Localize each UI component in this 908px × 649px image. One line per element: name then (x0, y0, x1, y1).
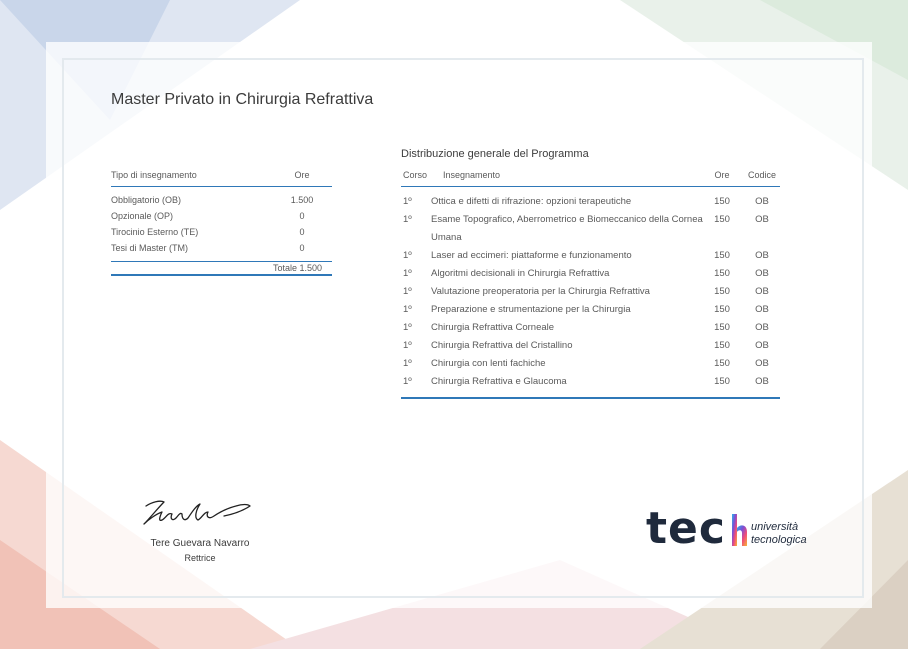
certificate-page: Master Privato in Chirurgia Refrattiva T… (0, 0, 908, 649)
program-row-subject: Ottica e difetti di rifrazione: opzioni … (431, 196, 632, 207)
program-row-subject: Chirurgia con lenti fachiche (431, 358, 546, 369)
program-row: 1º Laser ad eccimeri: piattaforme e funz… (401, 249, 780, 267)
program-row-code: OB (755, 196, 769, 207)
program-row-code: OB (755, 340, 769, 351)
program-table-bottom-rule (401, 397, 780, 399)
program-row-hours: 150 (714, 268, 730, 279)
program-row-hours: 150 (714, 376, 730, 387)
program-row-year: 1º (403, 268, 412, 279)
program-col-code: Codice (747, 170, 776, 180)
program-row-year: 1º (403, 286, 412, 297)
program-col-hours: Ore (714, 170, 730, 180)
summary-total: Totale 1.500 (111, 261, 332, 276)
program-row-hours: 150 (714, 322, 730, 333)
program-row-year: 1º (403, 304, 412, 315)
summary-row: Tesi di Master (TM) 0 (111, 242, 332, 258)
program-table-header: Corso Insegnamento Ore Codice (401, 170, 780, 187)
program-row-code: OB (755, 376, 769, 387)
summary-row-type: Opzionale (OP) (111, 211, 174, 221)
program-row-code: OB (755, 358, 769, 369)
summary-row-hours: 1.500 (290, 195, 314, 205)
program-row-year: 1º (403, 214, 412, 225)
program-row: 1º Chirurgia Refrattiva Corneale 150 OB (401, 321, 780, 339)
program-row-subject: Chirurgia Refrattiva Corneale (431, 322, 555, 333)
program-row-code: OB (755, 304, 769, 315)
program-row-code: OB (755, 214, 769, 225)
program-row: 1º Chirurgia con lenti fachiche 150 OB (401, 357, 780, 375)
program-row-year: 1º (403, 340, 412, 351)
program-row-hours: 150 (714, 304, 730, 315)
summary-row-type: Tesi di Master (TM) (111, 243, 189, 253)
program-row-subject: Chirurgia Refrattiva e Glaucoma (431, 376, 567, 387)
document-title: Master Privato in Chirurgia Refrattiva (111, 91, 374, 108)
program-row-subject: Algoritmi decisionali in Chirurgia Refra… (431, 268, 610, 279)
summary-row-hours: 0 (299, 227, 305, 237)
program-row: 1º Preparazione e strumentazione per la … (401, 303, 780, 321)
program-col-subject: Insegnamento (443, 170, 501, 180)
summary-row: Tirocinio Esterno (TE) 0 (111, 226, 332, 242)
summary-row: Obbligatorio (OB) 1.500 (111, 194, 332, 210)
summary-row-type: Tirocinio Esterno (TE) (111, 227, 199, 237)
program-row-hours: 150 (714, 196, 730, 207)
signatory-name: Tere Guevara Navarro (150, 538, 250, 549)
program-row: 1º Esame Topografico, Aberrometrico e Bi… (401, 213, 780, 249)
program-row: 1º Chirurgia Refrattiva e Glaucoma 150 O… (401, 375, 780, 393)
program-row-hours: 150 (714, 286, 730, 297)
summary-row: Opzionale (OP) 0 (111, 210, 332, 226)
logo-h-icon (732, 514, 747, 546)
logo-subtitle-1: università (751, 521, 799, 533)
logo-wordmark: tec (646, 503, 726, 554)
logo-subtitle-2: tecnologica (751, 534, 807, 546)
summary-table-header: Tipo di insegnamento Ore (111, 170, 332, 187)
program-row-code: OB (755, 268, 769, 279)
program-row-code: OB (755, 286, 769, 297)
program-row-code: OB (755, 322, 769, 333)
program-row: 1º Valutazione preoperatoria per la Chir… (401, 285, 780, 303)
summary-col-hours: Ore (294, 170, 310, 180)
summary-table: Tipo di insegnamento Ore Obbligatorio (O… (111, 170, 332, 276)
program-table: Corso Insegnamento Ore Codice 1º Ottica … (401, 170, 780, 399)
program-row-subject: Preparazione e strumentazione per la Chi… (431, 304, 631, 315)
program-row-hours: 150 (714, 340, 730, 351)
program-row-year: 1º (403, 376, 412, 387)
summary-row-hours: 0 (299, 243, 305, 253)
summary-row-type: Obbligatorio (OB) (111, 195, 182, 205)
signature-image (143, 500, 251, 525)
program-row-year: 1º (403, 358, 412, 369)
program-row-subject: Chirurgia Refrattiva del Cristallino (431, 340, 573, 351)
summary-col-type: Tipo di insegnamento (111, 170, 197, 180)
summary-row-hours: 0 (299, 211, 305, 221)
program-row-hours: 150 (714, 214, 730, 225)
program-row-code: OB (755, 250, 769, 261)
program-row: 1º Algoritmi decisionali in Chirurgia Re… (401, 267, 780, 285)
program-row-year: 1º (403, 322, 412, 333)
signatory-role: Rettrice (184, 553, 216, 563)
program-row-subject: Esame Topografico, Aberrometrico e Biome… (431, 214, 703, 243)
program-table-title: Distribuzione generale del Programma (401, 148, 589, 160)
program-row-subject: Laser ad eccimeri: piattaforme e funzion… (431, 250, 632, 261)
program-row-year: 1º (403, 196, 412, 207)
program-col-year: Corso (403, 170, 428, 180)
program-row-hours: 150 (714, 358, 730, 369)
program-row-subject: Valutazione preoperatoria per la Chirurg… (431, 286, 650, 297)
program-row: 1º Chirurgia Refrattiva del Cristallino … (401, 339, 780, 357)
program-row-hours: 150 (714, 250, 730, 261)
program-row-year: 1º (403, 250, 412, 261)
